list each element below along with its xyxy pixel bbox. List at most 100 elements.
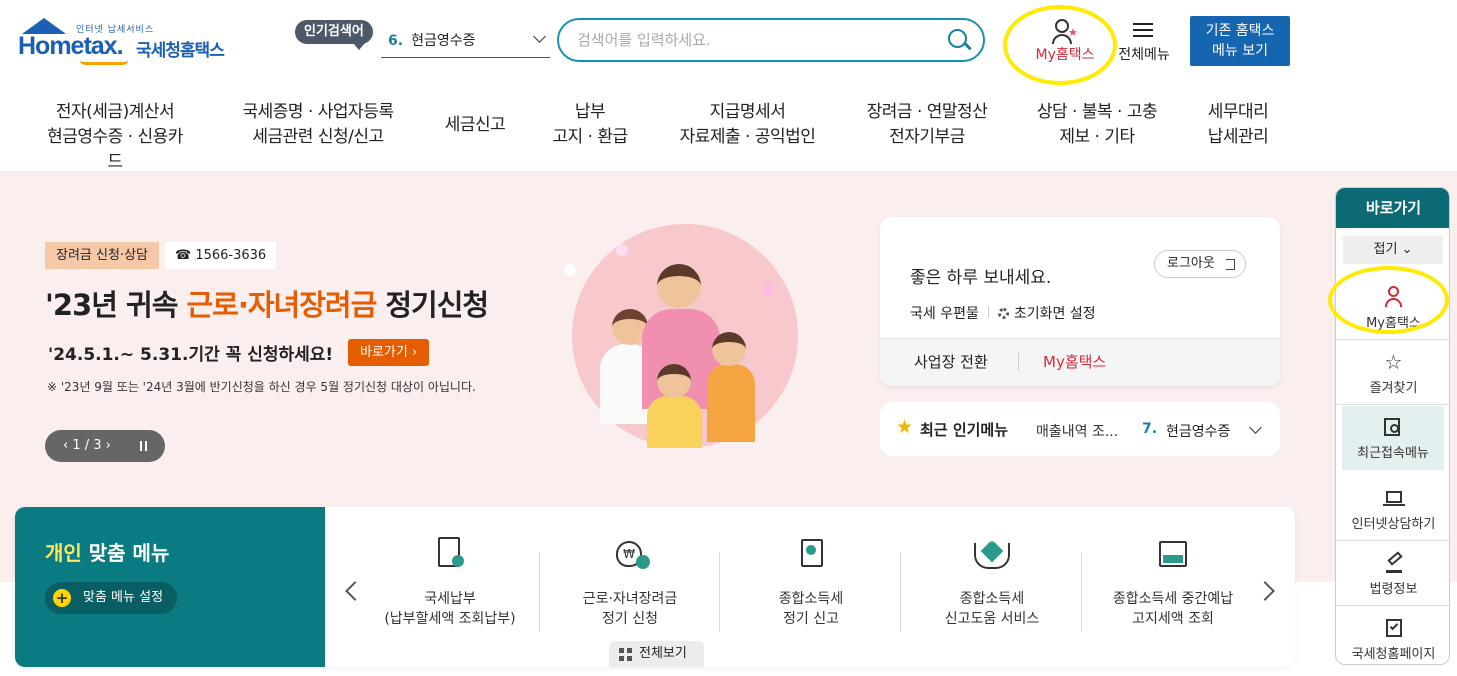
gnb-label: 납부 xyxy=(574,102,606,122)
pager-text: ‹ 1 / 3 › xyxy=(63,438,111,453)
gnb-item-payment[interactable]: 납부고지 · 환급 xyxy=(540,100,640,150)
dad-head xyxy=(657,264,701,308)
banner-note: ※ '23년 9월 또는 '24년 3월에 반기신청을 하신 경우 5월 정기신… xyxy=(47,380,476,394)
login-bottom-bar: 사업장 전환 My홈택스 xyxy=(880,338,1280,386)
my-hometax-link[interactable]: My홈택스 xyxy=(1043,351,1106,372)
search-icon[interactable] xyxy=(948,29,967,48)
switch-business-link[interactable]: 사업장 전환 xyxy=(914,351,988,372)
gnb-item-certificate[interactable]: 국세증명 · 사업자등록 세금관련 신청/신고 xyxy=(228,100,408,150)
menu-item-label: 종합소득세 중간예납 xyxy=(1112,591,1234,607)
pause-icon[interactable] xyxy=(140,441,147,451)
person-document-icon xyxy=(791,537,831,573)
quick-menu-title: 바로가기 xyxy=(1336,188,1449,228)
gnb-item-statement[interactable]: 지급명세서자료제출 · 공익법인 xyxy=(665,100,830,150)
menu-item-tax-payment[interactable]: 국세납부 (납부할세액 조회납부) xyxy=(360,537,540,637)
family-illustration xyxy=(564,224,798,448)
recent-popular-menu: ★ 최근 인기메뉴 매출내역 조... 7. 현금영수증 xyxy=(880,402,1280,456)
banner-go-button[interactable]: 바로가기 › xyxy=(348,339,430,366)
flower-icon xyxy=(564,264,576,276)
logo-text: Hometax. xyxy=(18,32,124,60)
quick-menu: 바로가기 접기 ⌄ My홈택스 ☆ 즐겨찾기 최근접속메뉴 인터넷상담하기 법령… xyxy=(1335,187,1450,665)
flower-icon xyxy=(762,284,774,296)
checklist-icon xyxy=(1383,617,1405,639)
menu-item-label: 국세납부 xyxy=(424,591,476,607)
all-menu-button[interactable]: 전체메뉴 xyxy=(1113,20,1175,70)
menu-item-sublabel: 신고도움 서비스 xyxy=(944,611,1040,627)
title-highlight: 근로·자녀장려금 xyxy=(186,288,377,322)
quick-item-label: 인터넷상담하기 xyxy=(1351,517,1436,532)
menu-item-income-tax[interactable]: 종합소득세 정기 신고 xyxy=(721,537,901,637)
banner-tag: 장려금 신청·상담 xyxy=(45,242,159,269)
divider xyxy=(900,552,901,632)
init-setting-link[interactable]: 초기화면 설정 xyxy=(1014,306,1096,322)
recent-rank: 7. xyxy=(1142,421,1158,437)
gnb-label: 현금영수증 · 신용카드 xyxy=(47,127,183,172)
logout-label: 로그아웃 xyxy=(1167,256,1215,271)
gnb-item-consult[interactable]: 상담 · 불복 · 고충제보 · 기타 xyxy=(1022,100,1172,150)
logo-swoosh-icon xyxy=(80,60,128,65)
gnb-item-incentive[interactable]: 장려금 · 연말정산 전자기부금 xyxy=(852,100,1002,150)
hamburger-icon xyxy=(1133,23,1153,37)
menu-item-sublabel: 정기 신고 xyxy=(783,611,839,627)
boy-head xyxy=(657,364,691,398)
recent-menu-item[interactable]: 매출내역 조... xyxy=(1036,421,1118,441)
divider xyxy=(1081,552,1082,632)
gavel-icon xyxy=(1383,551,1405,574)
menu-item-incentive[interactable]: ₩ 근로·자녀장려금 정기 신청 xyxy=(540,537,720,637)
gnb-label: 지급명세서 xyxy=(709,102,786,122)
login-links: 국세 우편물 초기화면 설정 xyxy=(910,303,1096,323)
banner-tel: ☎ 1566-3636 xyxy=(165,242,277,269)
quick-item-recent[interactable]: 최근접속메뉴 xyxy=(1342,406,1444,470)
popular-rank: 6. xyxy=(388,33,404,49)
girl-figure xyxy=(707,364,755,442)
gnb-item-agent[interactable]: 세무대리 납세관리 xyxy=(1193,100,1283,150)
highlight-circle-top xyxy=(1003,5,1117,85)
mail-link[interactable]: 국세 우편물 xyxy=(910,306,979,322)
quick-item-law[interactable]: 법령정보 xyxy=(1336,542,1449,606)
popular-term: 현금영수증 xyxy=(411,33,476,49)
logout-button[interactable]: 로그아웃 xyxy=(1154,250,1246,278)
menu-item-label: 근로·자녀장려금 xyxy=(582,591,678,607)
hometax-logo[interactable]: 인터넷 납세서비스 Hometax. 국세청홈택스 xyxy=(18,18,233,68)
gnb-label: 자료제출 · 공익법인 xyxy=(679,127,816,147)
gnb-label: 전자기부금 xyxy=(889,127,965,147)
gnb-label: 상담 · 불복 · 고충 xyxy=(1036,102,1158,122)
gnb-label: 전자(세금)계산서 xyxy=(55,102,175,122)
fold-button[interactable]: 접기 ⌄ xyxy=(1343,236,1443,264)
quick-item-favorites[interactable]: ☆ 즐겨찾기 xyxy=(1336,341,1449,405)
view-all-button[interactable]: 전체보기 xyxy=(609,641,704,667)
menu-item-label: 종합소득세 xyxy=(959,591,1025,607)
quick-item-label: 법령정보 xyxy=(1369,582,1418,597)
subtitle-text: '24.5.1.~ 5.31.기간 꼭 신청하세요! xyxy=(48,345,334,365)
menu-item-income-help[interactable]: 종합소득세신고도움 서비스 xyxy=(902,537,1082,637)
banner-pager[interactable]: ‹ 1 / 3 › xyxy=(45,430,165,462)
quick-item-label: 최근접속메뉴 xyxy=(1357,446,1429,461)
page: 인터넷 납세서비스 Hometax. 국세청홈택스 인기검색어 6. 현금영수증 … xyxy=(0,0,1457,676)
header: 인터넷 납세서비스 Hometax. 국세청홈택스 인기검색어 6. 현금영수증 … xyxy=(0,0,1457,172)
chevron-down-icon[interactable] xyxy=(1249,421,1262,434)
search-input[interactable] xyxy=(577,28,927,52)
gnb-item-invoice[interactable]: 전자(세금)계산서현금영수증 · 신용카드 xyxy=(40,100,190,175)
popular-search-select[interactable]: 6. 현금영수증 xyxy=(381,28,550,58)
star-outline-icon: ☆ xyxy=(1384,350,1403,374)
heart-hands-icon xyxy=(972,537,1012,573)
divider xyxy=(719,552,720,632)
gnb-item-tax-return[interactable]: 세금신고 xyxy=(430,113,520,138)
money-bag-icon: ₩ xyxy=(610,537,650,573)
folder-document-icon xyxy=(1153,537,1193,573)
menu-item-interim-prepay[interactable]: 종합소득세 중간예납고지세액 조회 xyxy=(1083,537,1263,637)
title-rest: 맞춤 메뉴 xyxy=(81,541,170,565)
banner-subtitle: '24.5.1.~ 5.31.기간 꼭 신청하세요! xyxy=(48,340,338,367)
gnb-label: 세금신고 xyxy=(444,115,506,135)
menu-item-sublabel: 고지세액 조회 xyxy=(1132,611,1214,627)
recent-term[interactable]: 현금영수증 xyxy=(1166,421,1230,441)
search-box xyxy=(557,18,985,62)
old-hometax-button[interactable]: 기존 홈택스 메뉴 보기 xyxy=(1190,16,1290,66)
gnb-label: 고지 · 환급 xyxy=(552,127,628,147)
quick-item-consult[interactable]: 인터넷상담하기 xyxy=(1336,477,1449,541)
quick-item-nts-homepage[interactable]: 국세청홈페이지 xyxy=(1336,607,1449,664)
gear-icon xyxy=(997,308,1009,319)
personal-setting-button[interactable]: + 맞춤 메뉴 설정 xyxy=(45,582,178,614)
divider xyxy=(987,306,989,318)
gnb-label: 제보 · 기타 xyxy=(1059,127,1135,147)
